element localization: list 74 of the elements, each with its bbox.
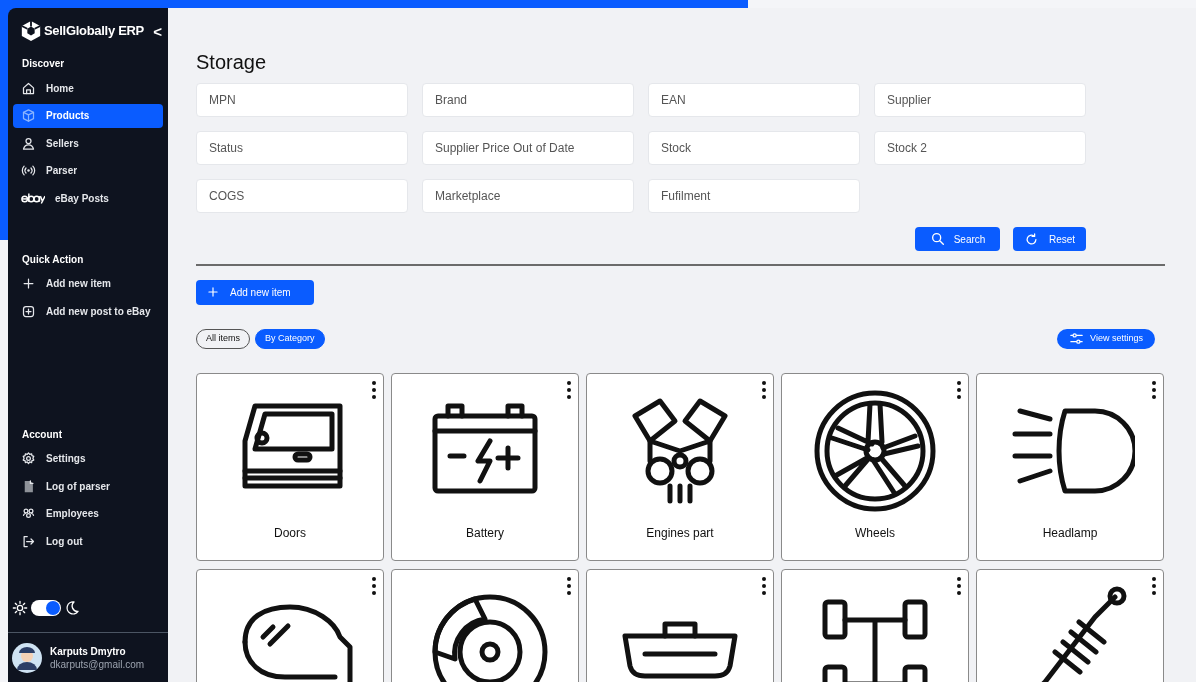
sidebar-item[interactable]: Parser [13,158,163,183]
home-icon [21,80,36,96]
filter-field[interactable]: Supplier [874,83,1086,117]
filter-field[interactable]: Fufilment [648,179,860,213]
settings-icon [21,451,36,466]
plus-square-icon [21,303,36,319]
add-item-button[interactable]: Add new item [196,279,314,305]
sidebar-item[interactable]: Log out [13,529,163,553]
category-label: Battery [466,524,504,542]
more-options-icon[interactable] [762,576,766,595]
sun-icon [12,600,28,616]
search-button[interactable]: Search [915,227,1000,251]
filter-field[interactable]: MPN [196,83,408,117]
plus-icon [206,285,220,299]
filter-field[interactable]: Status [196,131,408,165]
category-card[interactable]: Engines part [586,372,774,561]
sidebar-item[interactable]: Add new item [13,271,163,296]
moon-icon [64,600,80,616]
search-icon [929,231,946,247]
user-email: dkarputs@gmail.com [50,657,145,671]
cube-logo [20,20,42,42]
category-card[interactable]: Headlamp [976,372,1164,561]
filter-field[interactable]: Stock 2 [874,131,1086,165]
filter-field[interactable]: COGS [196,179,408,213]
more-options-icon[interactable] [567,576,571,595]
theme-toggle[interactable] [31,600,61,616]
more-options-icon[interactable] [372,576,376,595]
view-settings-button[interactable]: View settings [1057,328,1155,349]
box-icon [21,108,36,123]
sidebar-item[interactable]: Add new post to eBay [13,299,163,323]
ebay-logo [21,192,45,204]
person-icon [21,135,36,151]
more-options-icon[interactable] [372,380,376,399]
signal-icon [21,163,36,178]
sidebar-item[interactable]: Sellers [13,131,163,155]
logout-icon [21,533,36,549]
category-label: Headlamp [1042,524,1098,542]
category-label: Wheels [855,524,895,542]
filter-field[interactable]: Brand [422,83,634,117]
people-icon [21,506,36,521]
category-card[interactable]: Battery [391,372,579,561]
section-heading: Discover [21,57,66,71]
more-options-icon[interactable] [762,380,766,399]
more-options-icon[interactable] [957,380,961,399]
page-title: Storage [196,50,268,74]
sidebar-item[interactable]: Home [13,76,163,100]
section-heading: Account [21,427,63,442]
user-name: Karputs Dmytro [50,644,127,658]
more-options-icon[interactable] [957,576,961,595]
view-tab[interactable]: By Category [255,328,325,349]
collapse-button[interactable]: < [153,23,162,39]
sliders-icon [1069,331,1085,346]
category-card[interactable]: Wheels [781,372,969,561]
sidebar-item[interactable]: Employees [13,501,163,526]
more-options-icon[interactable] [1152,380,1156,399]
section-heading: Quick Action [21,252,85,267]
filter-field[interactable]: Stock [648,131,860,165]
category-label: Engines part [646,524,714,542]
more-options-icon[interactable] [1152,576,1156,595]
filter-field[interactable]: Marketplace [422,179,634,213]
avatar-icon [12,642,42,673]
category-label: Doors [274,524,306,542]
plus-icon [21,276,36,291]
filter-field[interactable]: Supplier Price Out of Date [422,131,634,165]
refresh-icon [1023,231,1039,247]
more-options-icon[interactable] [567,380,571,399]
reset-button[interactable]: Reset [1013,227,1086,251]
sidebar-item[interactable]: eBay Posts [13,186,163,210]
category-card[interactable]: Doors [196,372,384,561]
sidebar-item[interactable]: Products [13,103,163,128]
sidebar-item[interactable]: Log of parser [13,474,163,498]
filter-field[interactable]: EAN [648,83,860,117]
sidebar-item[interactable]: Settings [13,446,163,471]
brand-name: SellGlobally ERP [44,22,144,41]
